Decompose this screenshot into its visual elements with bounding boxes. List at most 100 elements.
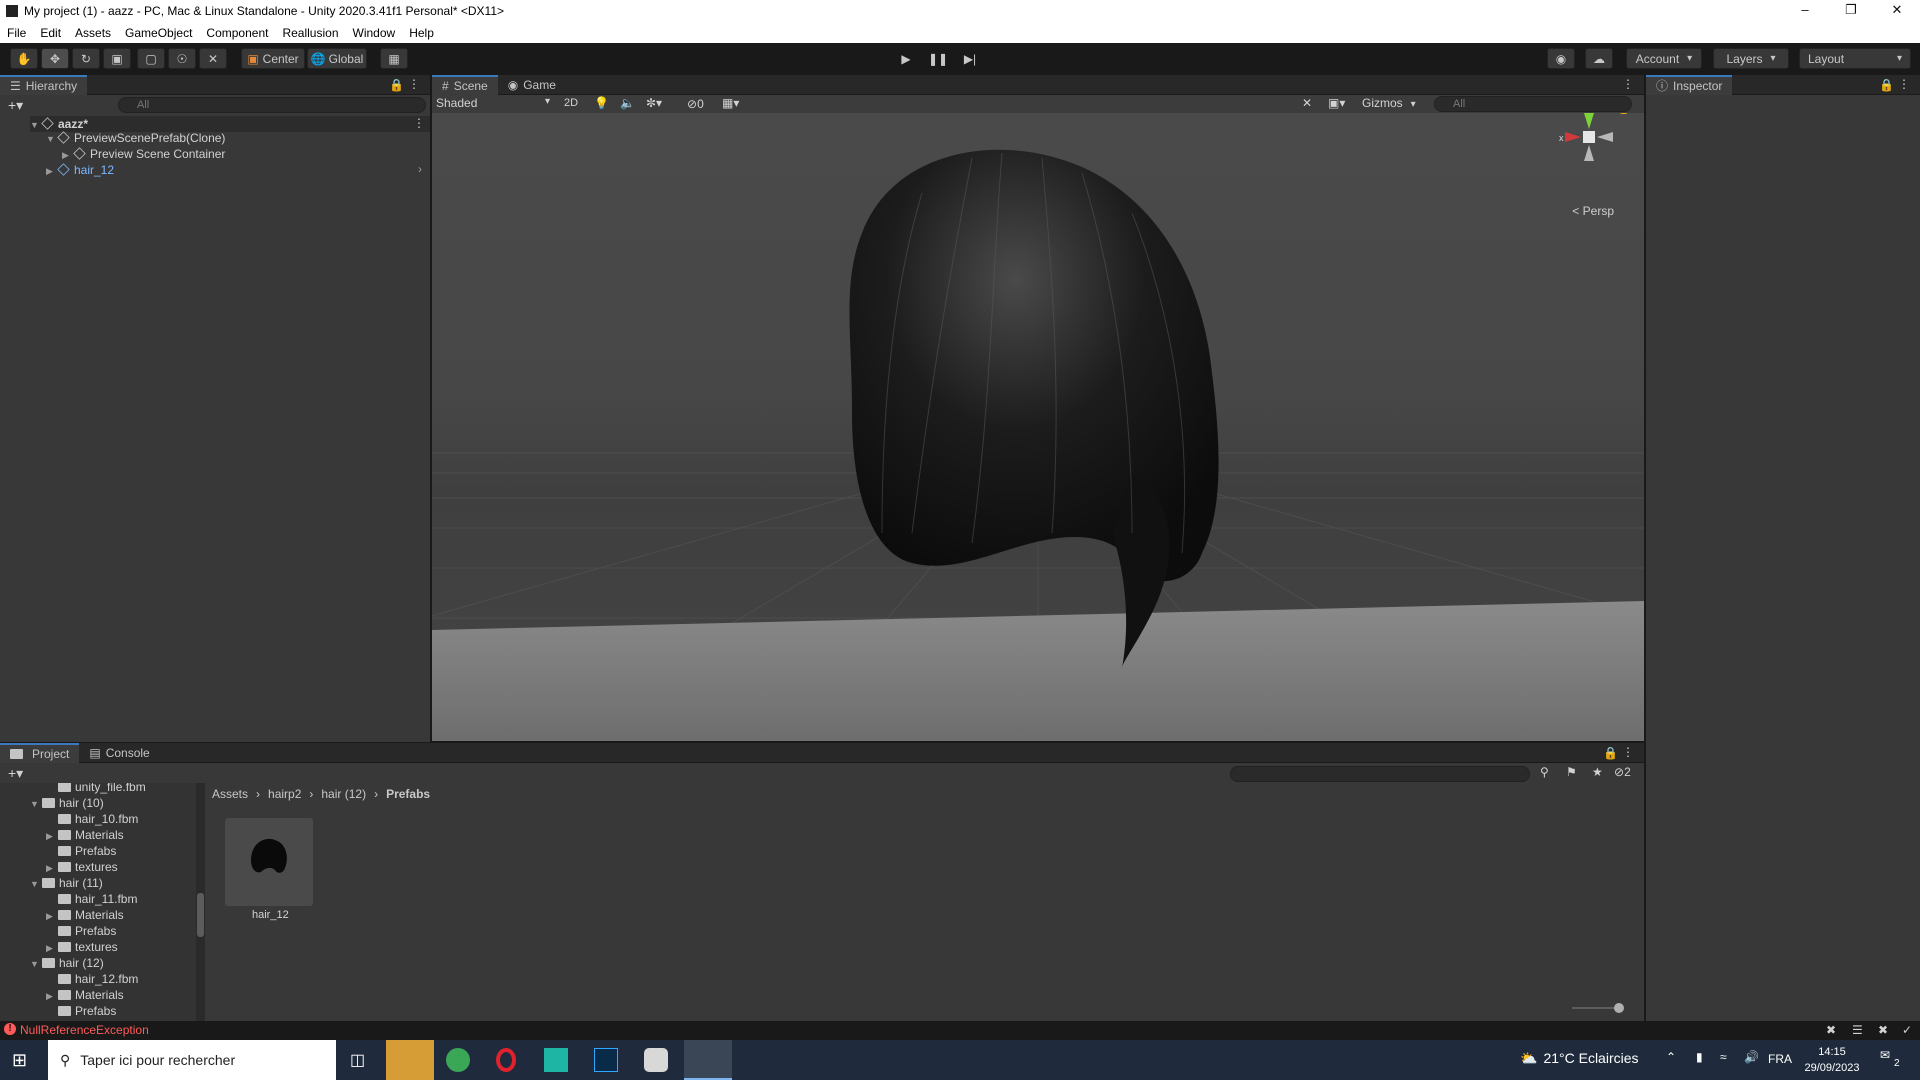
photoshop-icon[interactable]	[594, 1048, 618, 1072]
favorite-star-icon[interactable]: ★	[1592, 765, 1603, 779]
effects-toggle-icon[interactable]: ✼▾	[646, 96, 662, 110]
language-indicator[interactable]: FRA	[1768, 1052, 1792, 1066]
play-button[interactable]: ▶	[892, 48, 920, 69]
breadcrumb-prefabs[interactable]: Prefabs	[386, 787, 430, 803]
tab-scene[interactable]: # Scene	[432, 74, 498, 95]
2d-toggle[interactable]: 2D	[564, 97, 578, 109]
hierarchy-item-prefab[interactable]: ▶ hair_12	[46, 162, 114, 178]
pivot-center-toggle[interactable]: ▣ Center	[241, 48, 305, 69]
lock-icon[interactable]: 🔒	[389, 78, 404, 92]
menu-assets[interactable]: Assets	[68, 26, 118, 40]
menu-window[interactable]: Window	[346, 26, 403, 40]
space-global-toggle[interactable]: 🌐 Global	[307, 48, 367, 69]
collapse-arrow-icon[interactable]: ▶	[46, 908, 58, 924]
project-tree-item[interactable]: ▶ textures	[46, 859, 118, 875]
minimize-button[interactable]: –	[1782, 0, 1828, 22]
search-by-type-icon[interactable]: ⚲	[1540, 765, 1549, 779]
menu-edit[interactable]: Edit	[33, 26, 68, 40]
projection-label[interactable]: < Persp	[1572, 204, 1614, 218]
kebab-menu-icon[interactable]: ⋮	[408, 77, 420, 91]
transform-tool-button[interactable]: ☉	[168, 48, 196, 69]
taskbar-search-box[interactable]: ⚲ Taper ici pour rechercher	[48, 1040, 336, 1080]
expand-arrow-icon[interactable]: ▼	[30, 956, 42, 972]
breadcrumb-hairp2[interactable]: hairp2	[268, 787, 301, 803]
tab-console[interactable]: ▤ Console	[79, 743, 159, 763]
gizmo-lock-icon[interactable]: 🔒	[1618, 113, 1630, 115]
project-tree-item[interactable]: hair_10.fbm	[46, 811, 138, 827]
account-dropdown[interactable]: Account	[1626, 48, 1702, 69]
opera-icon[interactable]	[496, 1048, 516, 1072]
grid-toggle-icon[interactable]: ▦▾	[722, 96, 739, 110]
tree-scrollbar-thumb[interactable]	[197, 893, 204, 937]
lighting-toggle-icon[interactable]: 💡	[594, 96, 609, 110]
project-tree-item[interactable]: ▶ Materials	[46, 827, 124, 843]
project-tree-item[interactable]: Prefabs	[46, 843, 116, 859]
expand-arrow-icon[interactable]: ▼	[30, 876, 42, 892]
clock[interactable]: 14:15 29/09/2023	[1800, 1044, 1864, 1076]
collapse-arrow-icon[interactable]: ▶	[46, 940, 58, 956]
breadcrumb-assets[interactable]: Assets	[212, 787, 248, 803]
custom-tool-button[interactable]: ✕	[199, 48, 227, 69]
gizmos-dropdown[interactable]: Gizmos	[1362, 96, 1416, 112]
chrome-icon[interactable]	[446, 1048, 470, 1072]
scene-search-input[interactable]: All	[1434, 96, 1632, 112]
icon-size-slider-handle[interactable]	[1614, 1003, 1624, 1013]
tab-hierarchy[interactable]: ☰ Hierarchy	[0, 74, 88, 95]
project-tree-item[interactable]: ▶ Materials	[46, 987, 124, 1003]
grid-snap-button[interactable]: ▦	[380, 48, 408, 69]
layers-dropdown[interactable]: Layers	[1713, 48, 1789, 69]
collapse-arrow-icon[interactable]: ▶	[46, 988, 58, 1004]
project-tree-item[interactable]: ▼ hair (10)	[30, 795, 104, 811]
close-button[interactable]: ✕	[1874, 0, 1920, 22]
tab-project[interactable]: Project	[0, 742, 80, 763]
project-tree-item[interactable]: hair_12.fbm	[46, 971, 138, 987]
icon-size-slider[interactable]	[1572, 1003, 1624, 1013]
hidden-packages-toggle[interactable]: ⊘2	[1614, 765, 1631, 779]
lock-icon[interactable]: 🔒	[1603, 746, 1618, 760]
hierarchy-item[interactable]: ▼ PreviewScenePrefab(Clone)	[46, 130, 225, 146]
project-tree-item[interactable]: hair_11.fbm	[46, 891, 137, 907]
menu-file[interactable]: File	[0, 26, 33, 40]
scene-menu-icon[interactable]: ⋮	[1622, 77, 1634, 91]
search-by-label-icon[interactable]: ⚑	[1566, 765, 1577, 779]
project-tree-item[interactable]: Prefabs	[46, 1003, 116, 1019]
m-app-icon[interactable]	[544, 1048, 568, 1072]
project-tree-item[interactable]: unity_file.fbm	[46, 783, 146, 795]
tab-inspector[interactable]: ⓘ Inspector	[1646, 74, 1733, 95]
shading-mode-dropdown[interactable]: Shaded	[436, 96, 554, 112]
collapse-arrow-icon[interactable]: ▶	[46, 860, 58, 876]
wifi-icon[interactable]: ≈	[1720, 1050, 1727, 1064]
network-icon[interactable]: ☰	[1852, 1023, 1863, 1037]
rotate-tool-button[interactable]: ↻	[72, 48, 100, 69]
project-tree-item[interactable]: ▼ hair (12)	[30, 955, 104, 971]
collab-button[interactable]: ◉	[1547, 48, 1575, 69]
project-tree-item[interactable]: ▶ textures	[46, 939, 118, 955]
tree-scrollbar[interactable]	[196, 783, 205, 1021]
menu-help[interactable]: Help	[402, 26, 441, 40]
status-error-message[interactable]: NullReferenceException	[20, 1023, 149, 1037]
hand-tool-button[interactable]: ✋	[10, 48, 38, 69]
hierarchy-item[interactable]: ▶ Preview Scene Container	[62, 146, 225, 162]
file-explorer-icon[interactable]	[386, 1040, 434, 1080]
volume-icon[interactable]: 🔊	[1744, 1050, 1759, 1064]
debug-icon[interactable]: ✖	[1826, 1023, 1836, 1037]
asset-thumbnail-hair12[interactable]	[225, 818, 313, 906]
breadcrumb-hair12[interactable]: hair (12)	[321, 787, 366, 803]
tray-overflow-icon[interactable]: ⌃	[1666, 1050, 1676, 1064]
battery-icon[interactable]: ▮	[1696, 1050, 1703, 1064]
unity-editor-taskbar-icon[interactable]	[684, 1040, 732, 1080]
scale-tool-button[interactable]: ▣	[103, 48, 131, 69]
notifications-button[interactable]: ✉ 2	[1880, 1048, 1906, 1072]
menu-gameobject[interactable]: GameObject	[118, 26, 199, 40]
lock-icon[interactable]: 🔒	[1879, 78, 1894, 92]
project-tree-item[interactable]: Prefabs	[46, 923, 116, 939]
project-tree-item[interactable]: ▼ hair (11)	[30, 875, 103, 891]
add-dropdown-button[interactable]: +▾	[8, 97, 23, 114]
kebab-menu-icon[interactable]: ⋮	[1898, 77, 1910, 91]
hierarchy-search-input[interactable]: All	[118, 97, 426, 113]
move-tool-button[interactable]: ✥	[41, 48, 69, 69]
hidden-objects-toggle[interactable]: ⊘0	[687, 97, 704, 111]
bug-icon[interactable]: ✖	[1878, 1023, 1888, 1037]
project-tree-item[interactable]: ▶ Materials	[46, 907, 124, 923]
camera-icon[interactable]: ▣▾	[1328, 96, 1345, 110]
